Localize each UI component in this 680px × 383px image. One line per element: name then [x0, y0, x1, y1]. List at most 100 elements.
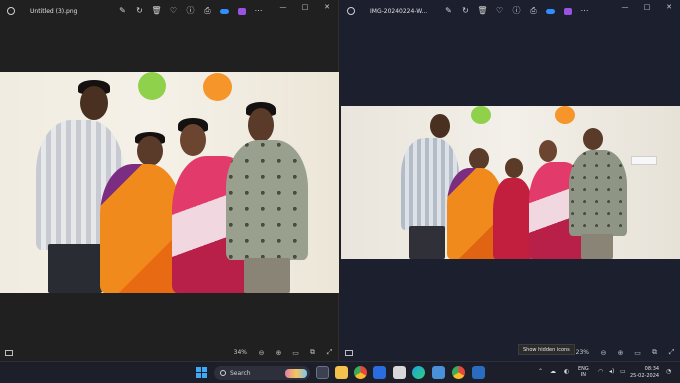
language-indicator[interactable]: ENG IN	[578, 366, 589, 378]
date: 25-02-2024	[630, 373, 660, 379]
zoom-out-icon[interactable]: ⊖	[253, 349, 270, 357]
actual-size-icon[interactable]: ⧉	[646, 348, 663, 357]
app-icon[interactable]	[373, 366, 386, 379]
task-view-icon[interactable]	[316, 366, 329, 379]
fullscreen-icon[interactable]: ⤢	[663, 348, 680, 357]
rotate-icon[interactable]: ↻	[131, 4, 148, 18]
photos-active-icon[interactable]	[472, 366, 485, 379]
search-highlight-icon	[285, 368, 307, 378]
maximize-button[interactable]: □	[636, 0, 658, 14]
head	[248, 108, 274, 142]
time: 08:34	[644, 366, 660, 372]
edit-icon[interactable]: ✎	[114, 4, 131, 18]
fit-window-icon[interactable]: ▭	[287, 349, 304, 357]
photos-window-right: IMG-20240224-W... ✎ ↻ 🗑︎ ♡ ⓘ ⎙ ⋯ — □ ✕ 2…	[340, 0, 680, 361]
taskbar: Search ⌃ ☁ ◐ ENG IN ◠ ◂) ▭ 08:34 25-02-2…	[0, 361, 680, 383]
window-controls: — □ ✕	[614, 0, 680, 14]
close-button[interactable]: ✕	[316, 0, 338, 14]
rotate-icon[interactable]: ↻	[457, 4, 474, 18]
status-bar: 23% ⊖ ⊕ ▭ ⧉ ⤢	[340, 344, 680, 361]
volume-icon[interactable]: ◂)	[609, 369, 614, 375]
wifi-icon[interactable]: ◠	[598, 369, 603, 375]
delete-icon[interactable]: 🗑︎	[474, 4, 491, 18]
delete-icon[interactable]: 🗑︎	[148, 4, 165, 18]
green-balloon	[138, 72, 166, 100]
zoom-level: 23%	[575, 349, 589, 356]
info-icon[interactable]: ⓘ	[182, 4, 199, 18]
language-line2: IN	[580, 372, 586, 378]
person-orange-saree	[100, 164, 182, 293]
orange-balloon	[203, 73, 232, 101]
clock[interactable]: 08:34 25-02-2024	[630, 366, 659, 380]
title-bar: IMG-20240224-W... ✎ ↻ 🗑︎ ♡ ⓘ ⎙ ⋯ — □ ✕	[340, 0, 680, 22]
desktop: Untitled (3).png ✎ ↻ 🗑︎ ♡ ⓘ ⎙ ⋯ — □ ✕ 34…	[0, 0, 680, 383]
head	[469, 148, 489, 170]
favorite-icon[interactable]: ♡	[491, 4, 508, 18]
clipchamp-icon[interactable]	[233, 4, 250, 18]
filmstrip-icon[interactable]	[5, 349, 13, 356]
chrome-icon[interactable]	[354, 366, 367, 379]
file-name: Untitled (3).png	[30, 7, 78, 15]
fullscreen-icon[interactable]: ⤢	[321, 348, 338, 357]
notification-icon[interactable]: ◔	[666, 369, 671, 375]
photos-window-left: Untitled (3).png ✎ ↻ 🗑︎ ♡ ⓘ ⎙ ⋯ — □ ✕ 34…	[0, 0, 339, 361]
onedrive-icon[interactable]	[216, 4, 233, 18]
orange-balloon	[555, 106, 575, 124]
onedrive-icon[interactable]	[542, 4, 559, 18]
edit-icon[interactable]: ✎	[440, 4, 457, 18]
photo-image[interactable]	[341, 106, 680, 259]
minimize-button[interactable]: —	[272, 0, 294, 14]
green-balloon	[471, 106, 491, 124]
person-red-dress	[493, 178, 533, 259]
window-controls: — □ ✕	[272, 0, 338, 14]
fit-window-icon[interactable]: ▭	[629, 349, 646, 357]
photos-app-icon	[0, 0, 22, 22]
zoom-level: 34%	[233, 349, 247, 356]
photos-app-icon	[340, 0, 362, 22]
search-placeholder: Search	[230, 369, 251, 377]
search-icon	[220, 370, 226, 376]
trousers	[48, 244, 102, 293]
head	[430, 114, 450, 138]
zoom-in-icon[interactable]: ⊕	[270, 349, 287, 357]
toolbar: ✎ ↻ 🗑︎ ♡ ⓘ ⎙ ⋯	[114, 4, 267, 18]
file-name: IMG-20240224-W...	[370, 7, 428, 15]
head	[583, 128, 603, 150]
start-button[interactable]	[196, 367, 207, 378]
security-icon[interactable]: ◐	[564, 369, 569, 375]
filmstrip-icon[interactable]	[345, 349, 353, 356]
trousers	[244, 258, 290, 293]
print-icon[interactable]: ⎙	[525, 4, 542, 18]
battery-icon[interactable]: ▭	[620, 369, 626, 375]
chrome-profile-icon[interactable]	[452, 366, 465, 379]
toolbar: ✎ ↻ 🗑︎ ♡ ⓘ ⎙ ⋯	[440, 4, 593, 18]
minimize-button[interactable]: —	[614, 0, 636, 14]
favorite-icon[interactable]: ♡	[165, 4, 182, 18]
info-icon[interactable]: ⓘ	[508, 4, 525, 18]
search-box[interactable]: Search	[214, 366, 310, 380]
print-icon[interactable]: ⎙	[199, 4, 216, 18]
edge-icon[interactable]	[412, 366, 425, 379]
clipchamp-icon[interactable]	[559, 4, 576, 18]
actual-size-icon[interactable]: ⧉	[304, 348, 321, 357]
file-explorer-icon[interactable]	[335, 366, 348, 379]
zoom-in-icon[interactable]: ⊕	[612, 349, 629, 357]
head	[180, 124, 206, 156]
trousers	[409, 226, 445, 259]
person-printed-shirt	[226, 140, 308, 260]
title-bar: Untitled (3).png ✎ ↻ 🗑︎ ♡ ⓘ ⎙ ⋯ — □ ✕	[0, 0, 338, 22]
chevron-up-icon[interactable]: ⌃	[538, 369, 543, 375]
tooltip: Show hidden icons	[518, 344, 575, 355]
more-icon[interactable]: ⋯	[576, 4, 593, 18]
status-bar: 34% ⊖ ⊕ ▭ ⧉ ⤢	[0, 344, 338, 361]
photo-image[interactable]	[0, 72, 339, 293]
onedrive-tray-icon[interactable]: ☁	[550, 369, 556, 375]
store-icon[interactable]	[393, 366, 406, 379]
more-icon[interactable]: ⋯	[250, 4, 267, 18]
photos-icon[interactable]	[432, 366, 445, 379]
maximize-button[interactable]: □	[294, 0, 316, 14]
close-button[interactable]: ✕	[658, 0, 680, 14]
head	[539, 140, 557, 162]
head	[80, 86, 108, 120]
zoom-out-icon[interactable]: ⊖	[595, 349, 612, 357]
